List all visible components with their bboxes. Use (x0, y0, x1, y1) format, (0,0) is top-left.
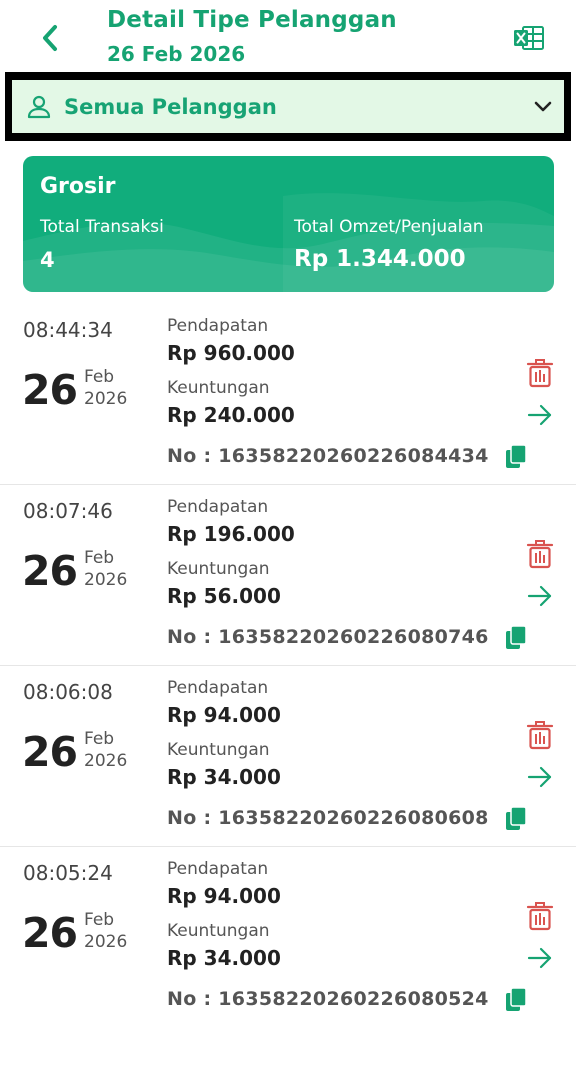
transaction-year: 2026 (84, 932, 128, 952)
copy-number-button[interactable] (504, 987, 528, 1013)
trash-icon (526, 902, 554, 931)
transaction-day: 26 (22, 728, 78, 776)
keuntungan-label: Keuntungan (167, 559, 270, 579)
pendapatan-label: Pendapatan (167, 316, 269, 336)
arrow-right-icon (527, 947, 552, 969)
trash-icon (526, 540, 554, 569)
page-date: 26 Feb 2026 (107, 42, 246, 66)
transaction-day: 26 (22, 366, 78, 414)
pendapatan-value: Rp 94.000 (167, 703, 281, 727)
open-detail-button[interactable] (526, 403, 554, 427)
transaction-row[interactable]: 08:07:46 26 Feb 2026 Pendapatan Rp 196.0… (0, 485, 576, 666)
chevron-left-icon (43, 25, 57, 51)
open-detail-button[interactable] (526, 584, 554, 608)
export-excel-button[interactable] (510, 20, 548, 56)
keuntungan-label: Keuntungan (167, 378, 270, 398)
transaction-time: 08:44:34 (23, 318, 113, 342)
keuntungan-label: Keuntungan (167, 740, 270, 760)
transaction-year: 2026 (84, 570, 128, 590)
transaction-row[interactable]: 08:06:08 26 Feb 2026 Pendapatan Rp 94.00… (0, 666, 576, 847)
page-title: Detail Tipe Pelanggan (107, 7, 397, 33)
transaction-month: Feb (84, 729, 115, 749)
pendapatan-value: Rp 94.000 (167, 884, 281, 908)
keuntungan-value: Rp 240.000 (167, 403, 295, 427)
keuntungan-label: Keuntungan (167, 921, 270, 941)
pendapatan-label: Pendapatan (167, 678, 269, 698)
transaction-number: No : 16358220260226084434 (167, 445, 489, 467)
open-detail-button[interactable] (526, 765, 554, 789)
copy-number-button[interactable] (504, 625, 528, 651)
copy-icon (506, 806, 527, 830)
transaction-time: 08:06:08 (23, 680, 113, 704)
filter-label: Semua Pelanggan (64, 94, 277, 119)
copy-icon (506, 987, 527, 1011)
transaction-list: 08:44:34 26 Feb 2026 Pendapatan Rp 960.0… (0, 304, 576, 1028)
transaction-month: Feb (84, 910, 115, 930)
summary-card: Grosir Total Transaksi 4 Total Omzet/Pen… (23, 156, 554, 292)
app-header: Detail Tipe Pelanggan 26 Feb 2026 (0, 0, 576, 70)
filter-frame: Semua Pelanggan (5, 72, 571, 141)
keuntungan-value: Rp 34.000 (167, 765, 281, 789)
total-omzet-value: Rp 1.344.000 (294, 246, 466, 272)
transaction-time: 08:07:46 (23, 499, 113, 523)
pendapatan-value: Rp 960.000 (167, 341, 295, 365)
transaction-row[interactable]: 08:05:24 26 Feb 2026 Pendapatan Rp 94.00… (0, 847, 576, 1028)
copy-icon (506, 625, 527, 649)
pendapatan-value: Rp 196.000 (167, 522, 295, 546)
copy-number-button[interactable] (504, 444, 528, 470)
delete-button[interactable] (524, 357, 556, 389)
keuntungan-value: Rp 56.000 (167, 584, 281, 608)
back-button[interactable] (32, 20, 68, 56)
transaction-year: 2026 (84, 751, 128, 771)
transaction-number: No : 16358220260226080746 (167, 626, 489, 648)
transaction-number: No : 16358220260226080524 (167, 988, 489, 1010)
transaction-month: Feb (84, 548, 115, 568)
transaction-time: 08:05:24 (23, 861, 113, 885)
delete-button[interactable] (524, 900, 556, 932)
delete-button[interactable] (524, 538, 556, 570)
transaction-row[interactable]: 08:44:34 26 Feb 2026 Pendapatan Rp 960.0… (0, 304, 576, 485)
arrow-right-icon (527, 585, 552, 607)
excel-icon (514, 26, 544, 50)
keuntungan-value: Rp 34.000 (167, 946, 281, 970)
customer-filter-dropdown[interactable]: Semua Pelanggan (12, 80, 564, 133)
trash-icon (526, 359, 554, 388)
open-detail-button[interactable] (526, 946, 554, 970)
transaction-number: No : 16358220260226080608 (167, 807, 489, 829)
arrow-right-icon (527, 766, 552, 788)
copy-number-button[interactable] (504, 806, 528, 832)
pendapatan-label: Pendapatan (167, 497, 269, 517)
pendapatan-label: Pendapatan (167, 859, 269, 879)
arrow-right-icon (527, 404, 552, 426)
trash-icon (526, 721, 554, 750)
total-transaksi-label: Total Transaksi (40, 217, 164, 237)
total-omzet-label: Total Omzet/Penjualan (294, 217, 484, 237)
total-transaksi-value: 4 (40, 248, 55, 272)
chevron-down-icon (534, 101, 552, 111)
customer-type-title: Grosir (40, 174, 116, 199)
person-icon (27, 95, 51, 118)
transaction-day: 26 (22, 909, 78, 957)
transaction-month: Feb (84, 367, 115, 387)
copy-icon (506, 444, 527, 468)
transaction-year: 2026 (84, 389, 128, 409)
delete-button[interactable] (524, 719, 556, 751)
transaction-day: 26 (22, 547, 78, 595)
